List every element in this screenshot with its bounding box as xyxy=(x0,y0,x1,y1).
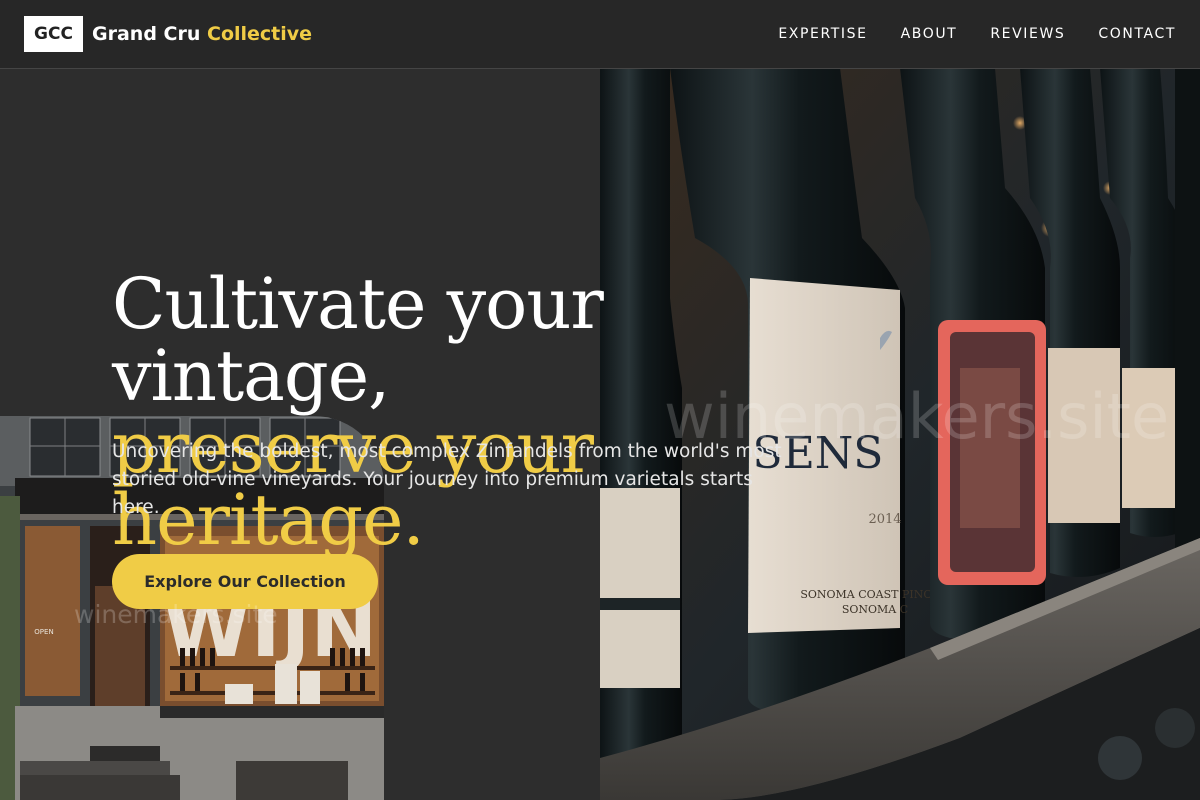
svg-text:SONOMA COAST PINOT: SONOMA COAST PINOT xyxy=(800,588,940,601)
brand-name[interactable]: Grand Cru Collective xyxy=(92,20,312,48)
watermark: winemakers.site xyxy=(664,380,1170,453)
brand-name-accent: Collective xyxy=(207,23,313,45)
nav-link-expertise[interactable]: EXPERTISE xyxy=(778,26,867,42)
nav-link-reviews[interactable]: REVIEWS xyxy=(990,26,1065,42)
nav-link-contact[interactable]: CONTACT xyxy=(1098,26,1176,42)
nav-link-about[interactable]: ABOUT xyxy=(901,26,958,42)
svg-text:OPEN: OPEN xyxy=(34,628,53,636)
svg-text:2014: 2014 xyxy=(868,512,901,527)
top-navigation-bar: GCC Grand Cru Collective EXPERTISE ABOUT… xyxy=(0,0,1200,69)
brand-name-main: Grand Cru xyxy=(92,23,201,45)
svg-text:SONOMA C: SONOMA C xyxy=(842,603,908,616)
watermark: winemakers.site xyxy=(74,600,278,629)
main-nav: EXPERTISE ABOUT REVIEWS CONTACT xyxy=(778,0,1176,68)
logo-badge[interactable]: GCC xyxy=(24,16,83,52)
